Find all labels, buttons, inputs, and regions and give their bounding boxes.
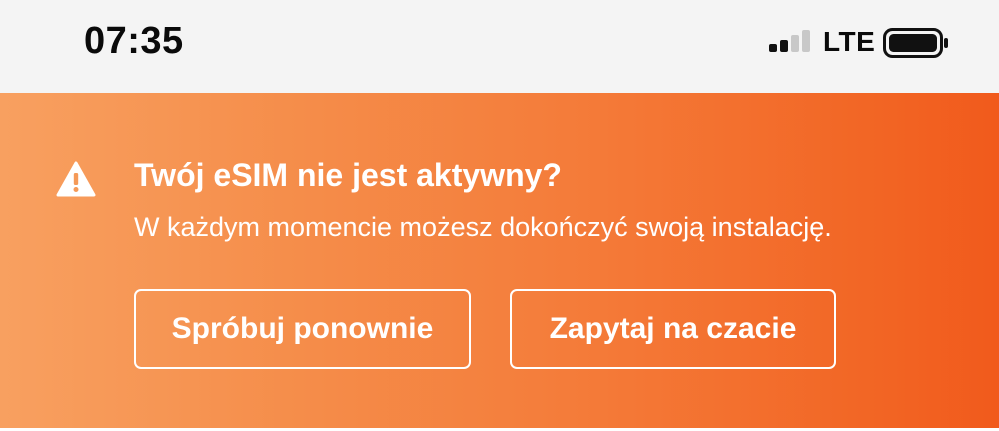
network-type: LTE (823, 26, 876, 57)
esim-inactive-banner: Twój eSIM nie jest aktywny? W każdym mom… (0, 93, 999, 428)
retry-button[interactable]: Spróbuj ponownie (134, 289, 471, 369)
banner-subtitle: W każdym momencie możesz dokończyć swoją… (134, 212, 832, 242)
ask-chat-button[interactable]: Zapytaj na czacie (510, 289, 836, 369)
battery-icon (883, 28, 948, 58)
warning-icon (56, 161, 96, 197)
status-time: 07:35 (84, 20, 184, 62)
status-bar: 07:35 LTE (0, 0, 999, 93)
banner-title: Twój eSIM nie jest aktywny? (134, 157, 562, 193)
signal-strength-icon (769, 30, 810, 52)
